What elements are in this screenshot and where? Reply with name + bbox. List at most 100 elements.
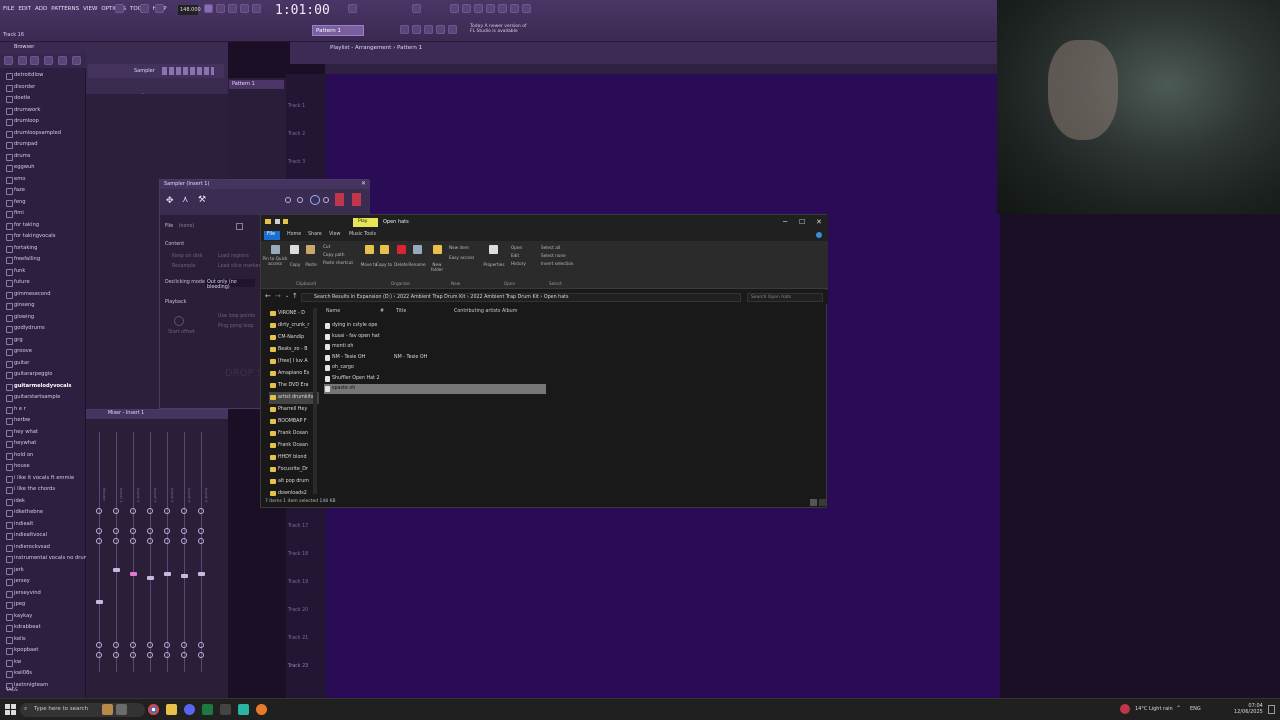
mixer-knob[interactable] bbox=[164, 652, 170, 658]
piano-roll-icon[interactable] bbox=[462, 4, 471, 13]
folder-icon[interactable] bbox=[236, 223, 243, 230]
maximize-icon[interactable]: ☐ bbox=[799, 218, 805, 226]
browser-folder-item[interactable]: kaykay bbox=[4, 611, 86, 623]
back-icon[interactable]: ← bbox=[265, 292, 271, 300]
blend-icon[interactable] bbox=[240, 4, 249, 13]
weather-text[interactable]: 14°C Light rain bbox=[1135, 706, 1173, 712]
browser-back-icon[interactable] bbox=[18, 56, 27, 65]
track-label[interactable]: Track 19 bbox=[288, 580, 308, 585]
browser-folder-item[interactable]: kdrabbeat bbox=[4, 622, 86, 634]
mixer-knob[interactable] bbox=[164, 508, 170, 514]
mixer-knob[interactable] bbox=[96, 528, 102, 534]
track-label[interactable]: Track 3 bbox=[288, 160, 305, 165]
track-label[interactable]: Track 17 bbox=[288, 524, 308, 529]
browser-folder-item[interactable]: jpeg bbox=[4, 599, 86, 611]
file-row[interactable]: monti oh bbox=[324, 342, 546, 352]
browser-folder-item[interactable]: fortaking bbox=[4, 243, 86, 255]
nav-folder-item[interactable]: HHDY blond bbox=[269, 452, 319, 464]
browser-tag-icon[interactable] bbox=[58, 56, 67, 65]
channel-rack-icon[interactable] bbox=[474, 4, 483, 13]
loop-record-icon[interactable] bbox=[252, 4, 261, 13]
edit-button[interactable]: Edit bbox=[511, 253, 519, 259]
app-icon-2[interactable] bbox=[238, 704, 249, 715]
copy-path-button[interactable]: Copy path bbox=[323, 252, 344, 258]
mixer-icon[interactable] bbox=[486, 4, 495, 13]
record-icon[interactable] bbox=[155, 4, 164, 13]
track-label[interactable]: Track 18 bbox=[288, 552, 308, 557]
history-button[interactable]: History bbox=[511, 261, 526, 267]
close-icon[interactable]: ✕ bbox=[816, 218, 822, 226]
mixer-knob[interactable] bbox=[164, 642, 170, 648]
rename-icon[interactable] bbox=[413, 245, 422, 254]
windows-start-icon[interactable] bbox=[5, 704, 16, 715]
browser-folder-item[interactable]: feng bbox=[4, 197, 86, 209]
path-segment-1[interactable]: Search Results in Expansion (D:) bbox=[314, 295, 392, 300]
mixer-knob[interactable] bbox=[96, 538, 102, 544]
volume-fader[interactable] bbox=[96, 600, 103, 604]
notification-icon[interactable] bbox=[1268, 705, 1275, 714]
file-explorer-icon[interactable] bbox=[166, 704, 177, 715]
mixer-knob[interactable] bbox=[96, 652, 102, 658]
wrench-icon[interactable]: ⚒ bbox=[198, 195, 206, 205]
new-folder-icon[interactable] bbox=[283, 219, 288, 224]
tool-delete-icon[interactable] bbox=[424, 25, 433, 34]
stop-icon[interactable] bbox=[140, 4, 149, 13]
mixer-knob[interactable] bbox=[181, 528, 187, 534]
col-contributing-artists[interactable]: Contributing artists bbox=[454, 309, 500, 314]
properties-icon[interactable] bbox=[275, 219, 280, 224]
easy-access-button[interactable]: Easy access bbox=[449, 255, 474, 261]
file-row[interactable]: Shuffler Open Hat 2 bbox=[324, 374, 546, 384]
col-title[interactable]: Title bbox=[396, 309, 406, 314]
option-resample[interactable]: Resample bbox=[172, 264, 196, 269]
nav-folder-item[interactable]: dirty_crunk_r bbox=[269, 320, 319, 332]
mixer-knob[interactable] bbox=[198, 652, 204, 658]
browser-folder-item[interactable]: detroitdlow bbox=[4, 70, 86, 82]
menu-edit[interactable]: EDIT bbox=[18, 6, 31, 12]
mixer-knob[interactable] bbox=[96, 642, 102, 648]
browser-folder-item[interactable]: for takingvocals bbox=[4, 231, 86, 243]
mixer-knob[interactable] bbox=[147, 508, 153, 514]
start-offset-knob[interactable] bbox=[174, 316, 184, 326]
tool-mute-icon[interactable] bbox=[436, 25, 445, 34]
pan-knob[interactable] bbox=[285, 197, 291, 203]
envelope-icon[interactable]: ⋏ bbox=[182, 195, 189, 205]
browser-menu-icon[interactable] bbox=[4, 56, 13, 65]
mixer-knob[interactable] bbox=[96, 508, 102, 514]
browser-folder-item[interactable]: faze bbox=[4, 185, 86, 197]
mixer-knob[interactable] bbox=[147, 528, 153, 534]
nav-folder-item[interactable]: Amapiano Es bbox=[269, 368, 319, 380]
copy-to-icon[interactable] bbox=[380, 245, 389, 254]
browser-folder-item[interactable]: jersey bbox=[4, 576, 86, 588]
nav-folder-item[interactable]: The DVD Era bbox=[269, 380, 319, 392]
volume-fader[interactable] bbox=[130, 572, 137, 576]
volume-knob[interactable] bbox=[297, 197, 303, 203]
browser-folder-item[interactable]: kelis bbox=[4, 634, 86, 646]
search-input[interactable]: Search Open hats bbox=[747, 293, 823, 302]
browser-folder-item[interactable]: guitarmelodyvocals bbox=[4, 381, 86, 393]
rename-button[interactable]: Rename bbox=[407, 262, 427, 268]
properties-icon[interactable] bbox=[489, 245, 498, 254]
browser-folder-item[interactable]: indiealt bbox=[4, 519, 86, 531]
browser-folder-item[interactable]: funk bbox=[4, 266, 86, 278]
browser-folder-item[interactable]: gimmesecond bbox=[4, 289, 86, 301]
browser-folder-item[interactable]: guitararpeggio bbox=[4, 369, 86, 381]
copy-to-button[interactable]: Copy to bbox=[375, 262, 393, 268]
fl-studio-icon[interactable] bbox=[256, 704, 267, 715]
browser-folder-item[interactable]: ginseng bbox=[4, 300, 86, 312]
metronome-icon[interactable] bbox=[204, 4, 213, 13]
help-icon[interactable] bbox=[816, 232, 822, 238]
mixer-knob[interactable] bbox=[181, 508, 187, 514]
browser-folder-item[interactable]: grg bbox=[4, 335, 86, 347]
select-none-button[interactable]: Select none bbox=[541, 253, 566, 259]
nav-folder-item[interactable]: Focusrite_Dr bbox=[269, 464, 319, 476]
mixer-knob[interactable] bbox=[147, 538, 153, 544]
nav-scrollbar[interactable] bbox=[313, 308, 317, 494]
update-notification[interactable]: Today A newer version of FL Studio is av… bbox=[470, 24, 527, 34]
declicking-dropdown[interactable]: Out only (no bleeding) bbox=[205, 279, 255, 290]
option-ping-pong[interactable]: Ping pong loop bbox=[218, 324, 254, 329]
browser-folder-item[interactable]: drumpad bbox=[4, 139, 86, 151]
option-load-regions[interactable]: Load regions bbox=[218, 254, 249, 259]
pattern-selector[interactable]: Pattern 1 bbox=[312, 25, 364, 36]
insert-number[interactable] bbox=[352, 193, 361, 206]
close-icon[interactable]: ✕ bbox=[361, 180, 366, 187]
